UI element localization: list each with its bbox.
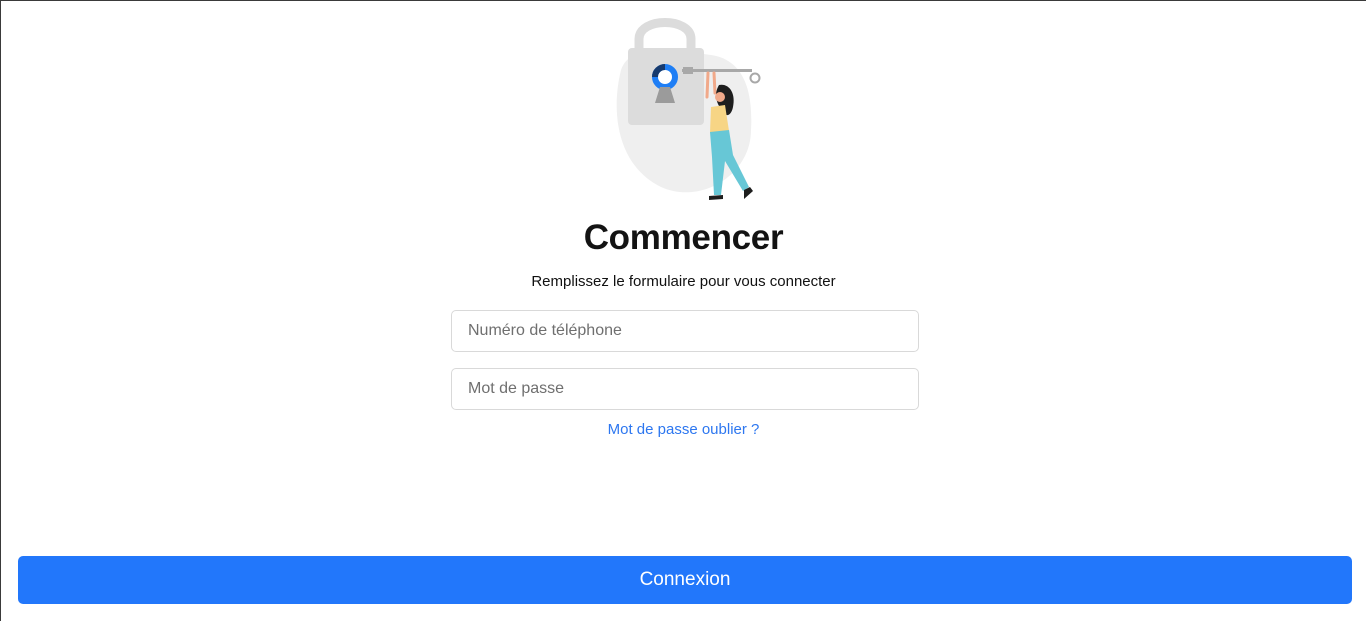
login-submit-button[interactable]: Connexion xyxy=(18,556,1352,604)
page-title: Commencer xyxy=(583,218,784,257)
forgot-password-row: Mot de passe oublier ? xyxy=(1,421,1366,438)
login-illustration xyxy=(601,15,771,205)
page-subtitle: Remplissez le formulaire pour vous conne… xyxy=(531,273,836,290)
phone-number-input[interactable] xyxy=(451,310,919,352)
padlock-key-illustration-icon xyxy=(616,18,761,200)
forgot-password-link[interactable]: Mot de passe oublier ? xyxy=(608,421,760,438)
login-page: Commencer Remplissez le formulaire pour … xyxy=(0,0,1366,621)
password-input[interactable] xyxy=(451,368,919,410)
